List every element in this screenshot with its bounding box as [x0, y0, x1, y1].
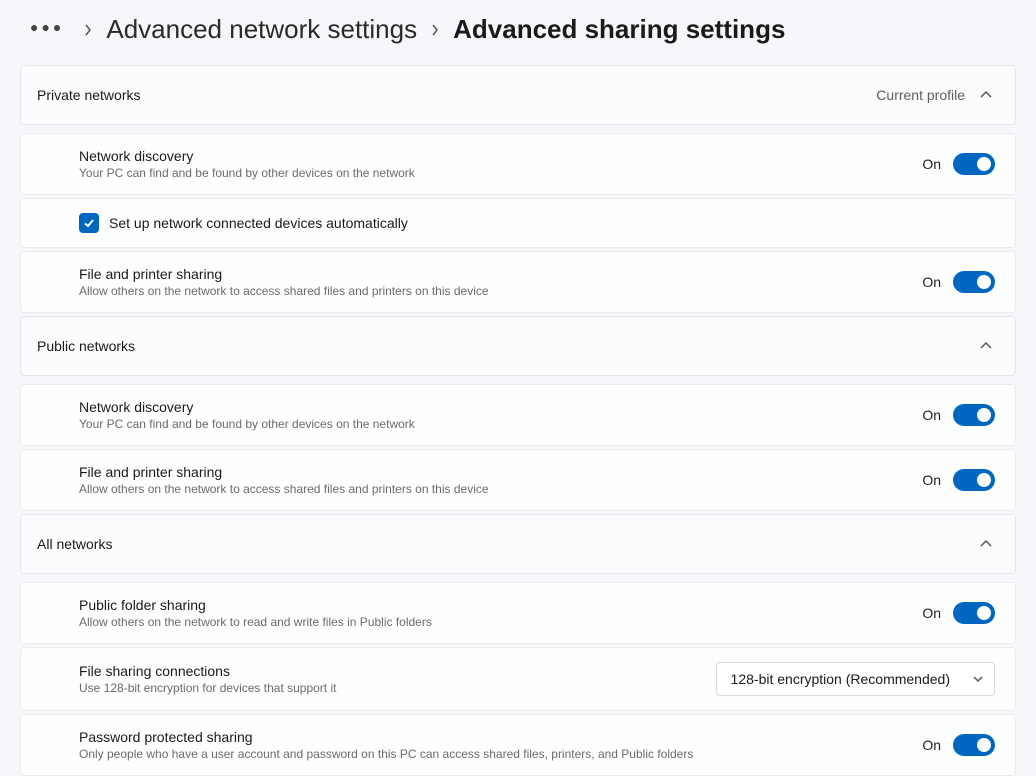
- checkbox-label: Set up network connected devices automat…: [109, 215, 408, 231]
- setting-label: File sharing connections: [79, 663, 716, 679]
- chevron-right-icon: [423, 23, 447, 37]
- dropdown-value: 128-bit encryption (Recommended): [731, 671, 950, 687]
- checkbox-auto-setup[interactable]: [79, 213, 99, 233]
- chevron-down-icon: [972, 675, 984, 683]
- section-header-public[interactable]: Public networks: [21, 317, 1015, 375]
- toggle-network-discovery-public[interactable]: [953, 404, 995, 426]
- toggle-state-text: On: [922, 407, 941, 423]
- chevron-up-icon: [977, 535, 995, 553]
- toggle-file-printer-private[interactable]: [953, 271, 995, 293]
- setting-label: Public folder sharing: [79, 597, 922, 613]
- setting-label: Network discovery: [79, 399, 922, 415]
- toggle-state-text: On: [922, 472, 941, 488]
- setting-label: File and printer sharing: [79, 464, 922, 480]
- section-title: Private networks: [37, 87, 876, 103]
- section-header-private[interactable]: Private networks Current profile: [21, 66, 1015, 124]
- setting-desc: Your PC can find and be found by other d…: [79, 417, 922, 431]
- setting-desc: Use 128-bit encryption for devices that …: [79, 681, 716, 695]
- setting-desc: Allow others on the network to access sh…: [79, 482, 922, 496]
- toggle-state-text: On: [922, 737, 941, 753]
- setting-auto-setup-devices: Set up network connected devices automat…: [20, 198, 1016, 248]
- page-title: Advanced sharing settings: [453, 14, 785, 45]
- section-header-all[interactable]: All networks: [21, 515, 1015, 573]
- setting-label: Password protected sharing: [79, 729, 922, 745]
- setting-password-protected-sharing: Password protected sharing Only people w…: [20, 714, 1016, 776]
- toggle-network-discovery-private[interactable]: [953, 153, 995, 175]
- setting-network-discovery-public: Network discovery Your PC can find and b…: [20, 384, 1016, 446]
- setting-file-printer-public: File and printer sharing Allow others on…: [20, 449, 1016, 511]
- setting-label: Network discovery: [79, 148, 922, 164]
- toggle-password-protected-sharing[interactable]: [953, 734, 995, 756]
- setting-desc: Your PC can find and be found by other d…: [79, 166, 922, 180]
- breadcrumb-link-advanced-network-settings[interactable]: Advanced network settings: [106, 14, 417, 45]
- section-title: All networks: [37, 536, 977, 552]
- section-private-networks: Private networks Current profile: [20, 65, 1016, 125]
- setting-file-sharing-connections: File sharing connections Use 128-bit enc…: [20, 647, 1016, 711]
- setting-desc: Only people who have a user account and …: [79, 747, 922, 761]
- section-all-networks: All networks: [20, 514, 1016, 574]
- toggle-file-printer-public[interactable]: [953, 469, 995, 491]
- breadcrumb-overflow-icon[interactable]: ●●●: [24, 19, 70, 41]
- setting-public-folder-sharing: Public folder sharing Allow others on th…: [20, 582, 1016, 644]
- chevron-up-icon: [977, 86, 995, 104]
- setting-file-printer-private: File and printer sharing Allow others on…: [20, 251, 1016, 313]
- chevron-right-icon: [76, 23, 100, 37]
- breadcrumb: ●●● Advanced network settings Advanced s…: [0, 0, 1036, 65]
- toggle-state-text: On: [922, 156, 941, 172]
- toggle-state-text: On: [922, 605, 941, 621]
- setting-desc: Allow others on the network to read and …: [79, 615, 922, 629]
- setting-network-discovery-private: Network discovery Your PC can find and b…: [20, 133, 1016, 195]
- toggle-public-folder-sharing[interactable]: [953, 602, 995, 624]
- setting-desc: Allow others on the network to access sh…: [79, 284, 922, 298]
- toggle-state-text: On: [922, 274, 941, 290]
- section-public-networks: Public networks: [20, 316, 1016, 376]
- current-profile-tag: Current profile: [876, 87, 965, 103]
- section-title: Public networks: [37, 338, 977, 354]
- chevron-up-icon: [977, 337, 995, 355]
- setting-label: File and printer sharing: [79, 266, 922, 282]
- dropdown-encryption[interactable]: 128-bit encryption (Recommended): [716, 662, 995, 696]
